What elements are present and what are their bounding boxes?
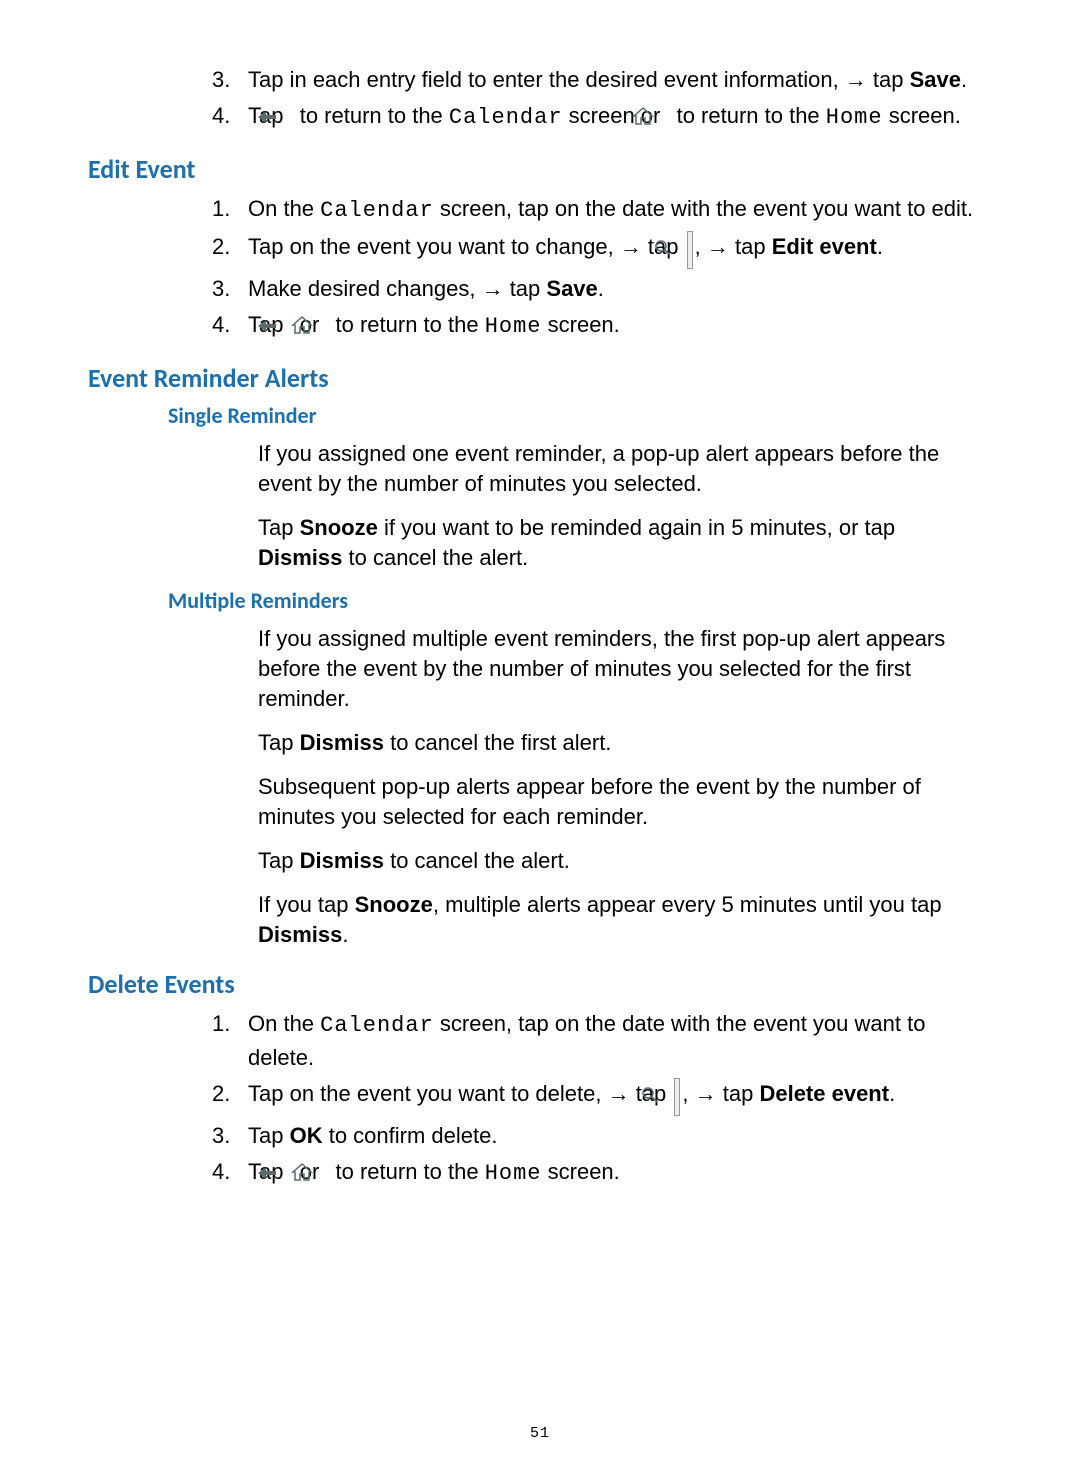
text-run: to return to the (670, 103, 825, 128)
paragraph: Tap Snooze if you want to be reminded ag… (258, 513, 992, 573)
text-run: Tap (258, 848, 300, 873)
text-run: Edit event (772, 234, 877, 259)
text-run: , → tap (682, 1081, 759, 1106)
text-run: Calendar (320, 1013, 434, 1038)
magnifier-icon (674, 1078, 680, 1116)
ordered-steps: 1.On the Calendar screen, tap on the dat… (88, 193, 992, 344)
step-item: 3.Tap in each entry field to enter the d… (248, 64, 992, 96)
step-item: 4.Tap or to return to the Home screen. (248, 1156, 992, 1191)
step-number: 4. (212, 100, 248, 132)
step-number: 3. (212, 273, 248, 305)
text-run: . (342, 922, 348, 947)
step-number: 2. (212, 1078, 248, 1110)
ordered-steps: 3.Tap in each entry field to enter the d… (88, 64, 992, 135)
text-run: screen. (542, 1159, 620, 1184)
step-number: 4. (212, 1156, 248, 1188)
step-number: 3. (212, 1120, 248, 1152)
step-number: 3. (212, 64, 248, 96)
step-item: 2.Tap on the event you want to delete, →… (248, 1078, 992, 1116)
text-run: Dismiss (300, 730, 384, 755)
text-run: to cancel the alert. (384, 848, 570, 873)
text-run: Home (826, 105, 883, 130)
text-run: , → tap (695, 234, 772, 259)
text-run: , multiple alerts appear every 5 minutes… (433, 892, 942, 917)
text-run: screen. (542, 312, 620, 337)
paragraph: If you assigned one event reminder, a po… (258, 439, 992, 499)
step-item: 3.Make desired changes, → tap Save. (248, 273, 992, 305)
text-run: Tap on the event you want to delete, → t… (248, 1081, 672, 1106)
text-run: Make desired changes, → tap (248, 276, 546, 301)
text-run: Snooze (300, 515, 378, 540)
text-run: screen, tap on the date with the event y… (434, 196, 973, 221)
paragraph: Tap Dismiss to cancel the alert. (258, 846, 992, 876)
text-run: If you assigned one event reminder, a po… (258, 441, 939, 496)
text-run: Dismiss (300, 848, 384, 873)
paragraph: Tap Dismiss to cancel the first alert. (258, 728, 992, 758)
step-item: 4.Tap to return to the Calendar screen o… (248, 100, 992, 135)
ordered-steps: 1.On the Calendar screen, tap on the dat… (88, 1008, 992, 1191)
step-item: 1.On the Calendar screen, tap on the dat… (248, 1008, 992, 1074)
step-item: 3.Tap OK to confirm delete. (248, 1120, 992, 1152)
text-run: to return to the (294, 103, 449, 128)
text-run: On the (248, 1011, 320, 1036)
text-run: Snooze (355, 892, 433, 917)
text-run: to return to the (329, 312, 484, 337)
text-run: If you assigned multiple event reminders… (258, 626, 945, 711)
text-run: On the (248, 196, 320, 221)
text-run: Calendar (320, 198, 434, 223)
section-heading: Event Reminder Alerts (88, 362, 992, 394)
text-run: Save (910, 67, 961, 92)
step-number: 2. (212, 231, 248, 263)
content-root: 3.Tap in each entry field to enter the d… (88, 64, 992, 1191)
text-run: OK (290, 1123, 323, 1148)
text-run: Tap (248, 1123, 290, 1148)
step-number: 1. (212, 193, 248, 225)
step-number: 4. (212, 309, 248, 341)
text-run: to return to the (329, 1159, 484, 1184)
text-run: . (889, 1081, 895, 1106)
step-item: 1.On the Calendar screen, tap on the dat… (248, 193, 992, 227)
text-run: Save (546, 276, 597, 301)
text-run: Tap (258, 730, 300, 755)
text-run: screen. (883, 103, 961, 128)
text-run: Tap on the event you want to change, → t… (248, 234, 685, 259)
text-run: . (598, 276, 604, 301)
text-run: Delete event (759, 1081, 889, 1106)
step-number: 1. (212, 1008, 248, 1040)
text-run: Tap (258, 515, 300, 540)
magnifier-icon (687, 231, 693, 269)
section-heading: Edit Event (88, 153, 992, 185)
text-run: to cancel the alert. (342, 545, 528, 570)
text-run: . (877, 234, 883, 259)
text-run: to confirm delete. (323, 1123, 498, 1148)
paragraph: Subsequent pop-up alerts appear before t… (258, 772, 992, 832)
text-run: Dismiss (258, 545, 342, 570)
text-run: Home (485, 314, 542, 339)
paragraph: If you assigned multiple event reminders… (258, 624, 992, 714)
text-run: if you want to be reminded again in 5 mi… (378, 515, 895, 540)
subsection-heading: Single Reminder (168, 402, 992, 429)
text-run: Dismiss (258, 922, 342, 947)
paragraph: If you tap Snooze, multiple alerts appea… (258, 890, 992, 950)
subsection-heading: Multiple Reminders (168, 587, 992, 614)
page-container: 3.Tap in each entry field to enter the d… (0, 0, 1080, 1472)
text-run: to cancel the first alert. (384, 730, 611, 755)
text-run: If you tap (258, 892, 355, 917)
text-run: Calendar (449, 105, 563, 130)
step-item: 4.Tap or to return to the Home screen. (248, 309, 992, 344)
section-heading: Delete Events (88, 968, 992, 1000)
text-run: Subsequent pop-up alerts appear before t… (258, 774, 921, 829)
text-run: Home (485, 1161, 542, 1186)
page-number: 51 (0, 1425, 1080, 1442)
text-run: Tap in each entry field to enter the des… (248, 67, 910, 92)
text-run: . (961, 67, 967, 92)
step-item: 2.Tap on the event you want to change, →… (248, 231, 992, 269)
